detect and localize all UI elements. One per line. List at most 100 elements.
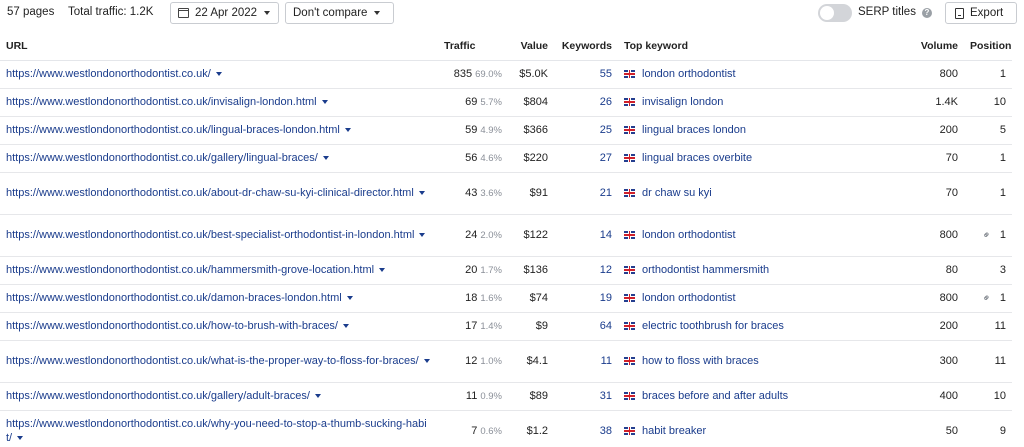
url-dropdown-icon[interactable] — [379, 268, 386, 273]
page-url-link[interactable]: https://www.westlondonorthodontist.co.uk… — [6, 229, 414, 241]
top-keyword-cell: london orthodontist — [618, 284, 888, 313]
export-label: Export — [970, 7, 1004, 19]
page-url-link[interactable]: https://www.westlondonorthodontist.co.uk… — [6, 418, 427, 444]
uk-flag-icon — [624, 189, 635, 197]
col-value[interactable]: Value — [508, 33, 554, 61]
traffic-cell: 20 1.7% — [438, 256, 508, 285]
page-url-link[interactable]: https://www.westlondonorthodontist.co.uk… — [6, 152, 318, 164]
col-position[interactable]: Position — [964, 33, 1012, 61]
page-url-link[interactable]: https://www.westlondonorthodontist.co.uk… — [6, 68, 211, 80]
col-top-keyword[interactable]: Top keyword — [618, 33, 888, 61]
keywords-count[interactable]: 25 — [554, 116, 618, 145]
traffic-cell: 59 4.9% — [438, 116, 508, 145]
keywords-count[interactable]: 19 — [554, 284, 618, 313]
help-icon[interactable]: ? — [922, 8, 932, 18]
page-url-link[interactable]: https://www.westlondonorthodontist.co.uk… — [6, 124, 340, 136]
url-dropdown-icon[interactable] — [17, 436, 24, 441]
page-url-link[interactable]: https://www.westlondonorthodontist.co.uk… — [6, 292, 342, 304]
top-keyword-link[interactable]: dr chaw su kyi — [642, 187, 712, 199]
page-url-link[interactable]: https://www.westlondonorthodontist.co.uk… — [6, 187, 414, 199]
uk-flag-icon — [624, 231, 635, 239]
keywords-count[interactable]: 31 — [554, 382, 618, 411]
top-keyword-cell: lingual braces overbite — [618, 144, 888, 173]
url-dropdown-icon[interactable] — [321, 100, 328, 105]
page-url-link[interactable]: https://www.westlondonorthodontist.co.uk… — [6, 320, 338, 332]
link-icon[interactable]: ⚭ — [981, 229, 995, 243]
position-cell: 1 — [964, 144, 1012, 173]
uk-flag-icon — [624, 126, 635, 134]
position-value: 11 — [994, 355, 1006, 367]
url-dropdown-icon[interactable] — [314, 394, 321, 399]
url-dropdown-icon[interactable] — [322, 156, 329, 161]
volume-cell: 800 — [888, 60, 964, 89]
url-dropdown-icon[interactable] — [343, 324, 349, 329]
url-dropdown-icon[interactable] — [344, 128, 351, 133]
keywords-count[interactable]: 38 — [554, 410, 618, 447]
url-dropdown-icon[interactable] — [346, 296, 353, 301]
col-url[interactable]: URL — [0, 33, 438, 61]
page-url-link[interactable]: https://www.westlondonorthodontist.co.uk… — [6, 390, 310, 402]
col-volume[interactable]: Volume — [888, 33, 964, 61]
top-keyword-cell: how to floss with braces — [618, 340, 888, 383]
page-url-link[interactable]: https://www.westlondonorthodontist.co.uk… — [6, 96, 317, 108]
url-cell: https://www.westlondonorthodontist.co.uk… — [0, 284, 438, 313]
top-keyword-link[interactable]: lingual braces london — [642, 124, 746, 136]
keywords-count[interactable]: 14 — [554, 214, 618, 257]
date-picker[interactable]: 22 Apr 2022 — [170, 2, 279, 24]
top-keyword-link[interactable]: electric toothbrush for braces — [642, 320, 784, 332]
url-cell: https://www.westlondonorthodontist.co.uk… — [0, 60, 438, 89]
traffic-share: 0.6% — [480, 426, 502, 437]
top-keyword-link[interactable]: invisalign london — [642, 96, 723, 108]
value-cell: $9 — [508, 312, 554, 341]
page-url-link[interactable]: https://www.westlondonorthodontist.co.uk… — [6, 264, 374, 276]
date-label: 22 Apr 2022 — [195, 7, 258, 19]
top-keyword-link[interactable]: london orthodontist — [642, 68, 736, 80]
chevron-down-icon — [374, 11, 381, 15]
url-dropdown-icon[interactable] — [419, 233, 426, 238]
keywords-count[interactable]: 26 — [554, 88, 618, 117]
value-cell: $366 — [508, 116, 554, 145]
top-keyword-link[interactable]: london orthodontist — [642, 292, 736, 304]
table-row: https://www.westlondonorthodontist.co.uk… — [0, 214, 1012, 257]
volume-cell: 70 — [888, 172, 964, 215]
page-url-link[interactable]: https://www.westlondonorthodontist.co.uk… — [6, 355, 419, 367]
link-icon[interactable]: ⚭ — [981, 292, 995, 306]
url-dropdown-icon[interactable] — [215, 72, 222, 77]
traffic-cell: 43 3.6% — [438, 172, 508, 215]
position-cell: 10 — [964, 88, 1012, 117]
top-keyword-link[interactable]: habit breaker — [642, 425, 706, 437]
url-cell: https://www.westlondonorthodontist.co.uk… — [0, 256, 438, 285]
traffic-value: 835 — [453, 68, 473, 80]
top-keyword-link[interactable]: how to floss with braces — [642, 355, 759, 367]
url-cell: https://www.westlondonorthodontist.co.uk… — [0, 312, 438, 341]
position-value: 1 — [999, 292, 1006, 304]
volume-cell: 300 — [888, 340, 964, 383]
keywords-count[interactable]: 11 — [554, 340, 618, 383]
table-row: https://www.westlondonorthodontist.co.uk… — [0, 312, 1012, 341]
keywords-count[interactable]: 55 — [554, 60, 618, 89]
col-keywords[interactable]: Keywords — [554, 33, 618, 61]
top-keyword-link[interactable]: orthodontist hammersmith — [642, 264, 769, 276]
top-keyword-link[interactable]: lingual braces overbite — [642, 152, 752, 164]
compare-dropdown[interactable]: Don't compare — [285, 2, 394, 24]
export-icon — [955, 7, 964, 19]
keywords-count[interactable]: 27 — [554, 144, 618, 173]
top-keyword-link[interactable]: london orthodontist — [642, 229, 736, 241]
serp-titles-toggle[interactable] — [818, 4, 852, 22]
export-button[interactable]: Export — [945, 2, 1017, 24]
position-value: 5 — [999, 124, 1006, 136]
traffic-cell: 835 69.0% — [438, 60, 508, 89]
position-value: 10 — [993, 390, 1006, 402]
calendar-icon — [178, 8, 189, 18]
chevron-down-icon — [264, 11, 271, 15]
value-cell: $5.0K — [508, 60, 554, 89]
keywords-count[interactable]: 21 — [554, 172, 618, 215]
uk-flag-icon — [624, 98, 635, 106]
url-dropdown-icon[interactable] — [418, 191, 425, 196]
keywords-count[interactable]: 64 — [554, 312, 618, 341]
keywords-count[interactable]: 12 — [554, 256, 618, 285]
col-traffic[interactable]: Traffic — [438, 33, 508, 61]
top-keyword-link[interactable]: braces before and after adults — [642, 390, 788, 402]
url-dropdown-icon[interactable] — [423, 359, 430, 364]
value-cell: $91 — [508, 172, 554, 215]
